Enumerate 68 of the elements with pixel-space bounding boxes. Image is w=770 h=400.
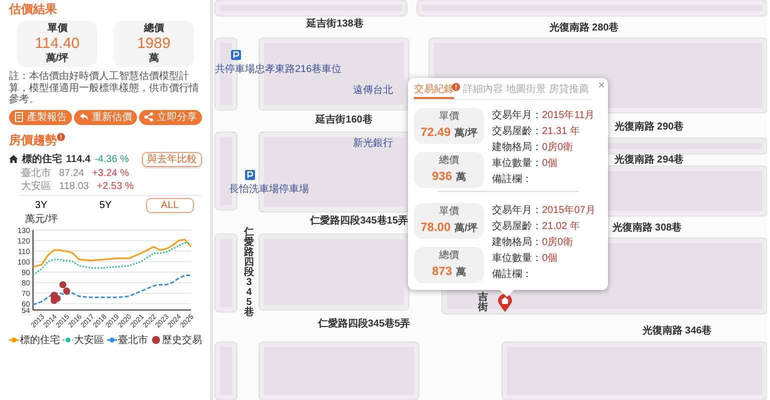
target-label: 標的住宅 [22,152,62,166]
detail-label: 交易屋齡： [492,220,542,234]
area-price: 87.24 [59,166,84,180]
detail-value: 2015年11月 [542,109,595,123]
price-label: 總價 [438,250,460,262]
detail-label: 交易屋齡： [492,124,542,139]
price-unit: 萬/坪 [454,222,478,236]
detail-value: 0個 [542,157,558,171]
price-value: 1989 [136,35,172,52]
price-label: 單價 [46,23,68,35]
target-price: 114.4 [66,152,90,166]
price-unit: 萬 [148,53,160,65]
detail-label: 建物格局： [492,140,542,155]
detail-value: 2015年07月 [542,204,596,218]
price-value: 114.40 [34,35,81,52]
price-value: 873 [432,263,452,280]
street-label: 仁愛路四段345巷 [244,228,254,318]
detail-value: 21.02 年 [542,220,580,234]
area-change: +3.24 % [92,166,130,180]
legend-label: 臺北市 [118,334,148,346]
street-label: 光復南路 290巷 [614,120,684,134]
price-unit: 萬 [456,266,466,280]
street-label: 延吉街138巷 [306,17,364,32]
area-label: 臺北市 [21,166,51,180]
detail-value: 0房0衛 [542,140,574,155]
price-label: 單價 [438,111,460,123]
price-label: 總價 [142,23,165,35]
area-price: 118.03 [59,180,89,192]
price-value: 78.00 [420,219,451,236]
area-change: +2.53 % [96,180,134,192]
section-title: 估價結果 [9,2,58,17]
poi-label: 長怡洗車場停車場 [229,182,309,197]
poi-label: 遠傳台北 [353,84,393,98]
detail-value: 0房0衛 [542,236,574,250]
detail-label: 交易年月： [492,108,542,123]
poi-label: 共停車場忠孝東路216巷車位 [215,62,342,77]
street-label: 光復南路 280巷 [549,21,619,36]
price-change: -4.36 % [94,152,129,166]
street-label: 延吉街160巷 [316,113,372,128]
disclaimer-text: 註：本估價由好時價人工智慧估價模型計算，模型僅適用一般標準樣態，供市價行情參考。 [9,71,200,106]
price-unit: 萬/坪 [44,53,70,65]
legend-label: 標的住宅 [20,334,60,346]
street-label: 吉街 [478,293,488,313]
street-label: 光復南路 308巷 [612,221,682,236]
axis-title: 萬元/坪 [24,212,58,226]
detail-label: 備註欄： [492,172,532,187]
detail-label: 建物格局： [492,236,542,250]
detail-label: 交易年月： [492,204,542,218]
street-label: 光復南路 346巷 [642,324,712,338]
price-label: 總價 [438,155,460,167]
street-label: 仁愛路四段345巷15弄 [310,214,408,228]
price-unit: 萬 [456,170,466,185]
legend-label: 歷史交易 [162,334,202,346]
detail-label: 車位數量： [492,156,542,171]
detail-value: 21.31 年 [542,125,580,139]
price-unit: 萬/坪 [454,126,478,141]
legend-label: 大安區 [74,334,104,346]
section-title: 房價趨勢 [9,132,57,148]
price-value: 72.49 [420,124,451,141]
price-value: 936 [432,168,452,185]
detail-value: 0個 [542,252,558,266]
detail-label: 車位數量： [492,252,542,266]
area-label: 大安區 [21,180,51,192]
price-label: 單價 [438,206,460,218]
poi-label: 新光銀行 [353,136,393,151]
street-label: 光復南路 294巷 [614,153,684,168]
street-label: 仁愛路四段345巷5弄 [318,317,410,332]
detail-label: 備註欄： [492,268,532,282]
